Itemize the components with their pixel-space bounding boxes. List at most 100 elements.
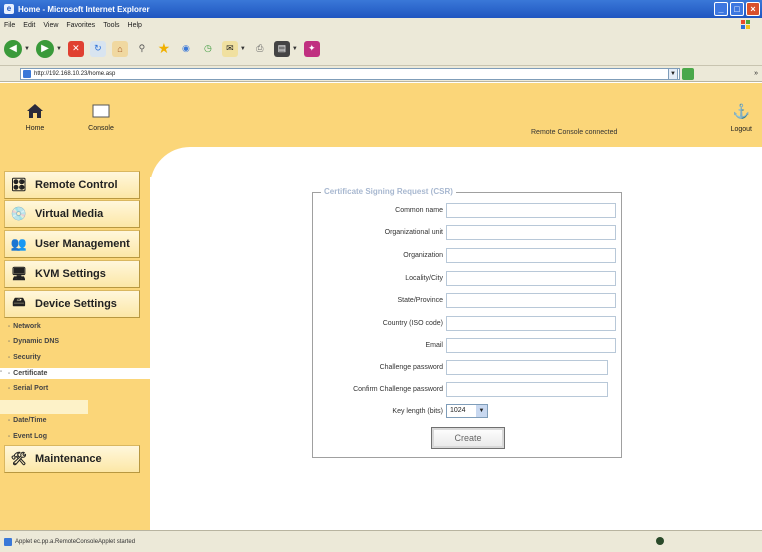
home-nav-label: Home [25, 125, 45, 132]
logout-button[interactable]: ⚓ Logout [731, 103, 752, 133]
sidebar-item-label: Virtual Media [35, 208, 104, 220]
form-row-confirm-challenge-password: Confirm Challenge password [313, 382, 623, 398]
remote-control-icon: 🎛 [10, 177, 28, 192]
back-icon[interactable]: ◀ [4, 39, 22, 58]
search-icon[interactable]: ⚲ [134, 41, 150, 57]
forward-dropdown-icon[interactable]: ▼ [56, 46, 62, 52]
address-input[interactable]: http://192.168.10.23/home.asp [20, 67, 680, 80]
print-icon[interactable]: ⎙ [252, 41, 268, 57]
organization-input[interactable] [446, 248, 616, 263]
create-button[interactable]: Create [431, 427, 505, 449]
organization-label: Organization [403, 252, 443, 259]
email-label: Email [425, 342, 443, 349]
home-nav-button[interactable]: Home [10, 103, 60, 132]
close-button[interactable]: × [746, 2, 760, 16]
sidebar-sub-date-time[interactable]: Date/Time [8, 417, 46, 424]
home-icon[interactable]: ⌂ [111, 40, 128, 57]
sidebar-item-kvm-settings[interactable]: 🖥 KVM Settings [4, 260, 140, 288]
country-label: Country (ISO code) [382, 320, 443, 327]
window-titlebar: e Home - Microsoft Internet Explorer _ □… [0, 0, 762, 18]
form-row-common-name: Common name [313, 203, 623, 219]
sidebar-item-user-management[interactable]: 👥 User Management [4, 230, 140, 258]
locality-label: Locality/City [405, 275, 443, 282]
status-bar-text: Applet ec.pp.a.RemoteConsoleApplet start… [15, 538, 136, 545]
menu-view[interactable]: View [43, 22, 58, 29]
minimize-button[interactable]: _ [714, 2, 728, 16]
app-header: Home Console Remote Console connected ⚓ … [0, 83, 762, 147]
window-controls: _ □ × [714, 2, 760, 16]
key-length-label: Key length (bits) [392, 408, 443, 415]
status-bar: Applet ec.pp.a.RemoteConsoleApplet start… [0, 530, 762, 552]
forward-icon[interactable]: ▶ [35, 39, 54, 58]
media-icon[interactable]: ◉ [178, 41, 194, 57]
organizational-unit-input[interactable] [446, 225, 616, 240]
form-row-organizational-unit: Organizational unit [313, 225, 623, 241]
sidebar-item-label: User Management [35, 238, 130, 250]
common-name-input[interactable] [446, 203, 616, 218]
menu-favorites[interactable]: Favorites [66, 22, 95, 29]
users-icon: 👥 [10, 236, 28, 251]
maintenance-tools-icon: 🛠 [10, 451, 28, 466]
sidebar-sub-serial-port[interactable]: Serial Port [8, 385, 48, 392]
maximize-button[interactable]: □ [730, 2, 744, 16]
menu-file[interactable]: File [4, 22, 15, 29]
form-row-key-length: Key length (bits) 1024 ▼ [313, 404, 623, 420]
favorites-star-icon[interactable]: ★ [156, 40, 172, 57]
sidebar-sub-event-log[interactable]: Event Log [8, 433, 47, 440]
go-icon[interactable] [682, 67, 694, 80]
logout-label: Logout [730, 126, 752, 133]
messenger-icon[interactable]: ✦ [303, 40, 320, 57]
menu-bar: File Edit View Favorites Tools Help [0, 18, 762, 32]
console-nav-button[interactable]: Console [76, 103, 126, 132]
edit-dropdown-icon[interactable]: ▼ [292, 46, 298, 52]
sidebar-sub-dynamic-dns[interactable]: Dynamic DNS [8, 338, 59, 345]
sidebar-item-virtual-media[interactable]: 💿 Virtual Media [4, 200, 140, 228]
history-icon[interactable]: ◷ [200, 41, 216, 57]
page-icon [23, 69, 31, 78]
mail-dropdown-icon[interactable]: ▼ [240, 46, 246, 52]
address-bar: http://192.168.10.23/home.asp ▼ » [0, 66, 762, 82]
confirm-challenge-password-input[interactable] [446, 382, 608, 397]
window-title: Home - Microsoft Internet Explorer [18, 4, 150, 14]
address-dropdown-icon[interactable]: ▼ [668, 67, 678, 80]
key-length-select[interactable]: 1024 ▼ [446, 404, 488, 418]
locality-input[interactable] [446, 271, 616, 286]
sidebar-item-label: KVM Settings [35, 268, 106, 280]
menu-help[interactable]: Help [128, 22, 142, 29]
state-label: State/Province [397, 297, 443, 304]
links-chevron[interactable]: » [754, 70, 758, 77]
sidebar-blank-row [0, 400, 88, 414]
challenge-password-label: Challenge password [379, 364, 443, 371]
sidebar-item-label: Maintenance [35, 453, 102, 465]
back-dropdown-icon[interactable]: ▼ [24, 46, 30, 52]
form-row-organization: Organization [313, 248, 623, 264]
sidebar-sub-network[interactable]: Network [8, 323, 41, 330]
sidebar-item-maintenance[interactable]: 🛠 Maintenance [4, 445, 140, 473]
windows-flag-icon [741, 20, 750, 29]
menu-edit[interactable]: Edit [23, 22, 35, 29]
refresh-icon[interactable]: ↻ [89, 40, 106, 57]
sidebar-item-label: Remote Control [35, 179, 118, 191]
key-length-value: 1024 [450, 407, 466, 414]
applet-icon [4, 537, 12, 546]
sidebar-item-device-settings[interactable]: 🖴 Device Settings [4, 290, 140, 318]
logout-icon: ⚓ [732, 103, 750, 119]
chevron-down-icon: ▼ [476, 405, 487, 417]
email-input[interactable] [446, 338, 616, 353]
sidebar: 🎛 Remote Control 💿 Virtual Media 👥 User … [0, 147, 150, 530]
mail-icon[interactable]: ✉ [221, 40, 238, 57]
menu-tools[interactable]: Tools [103, 22, 119, 29]
form-row-state: State/Province [313, 293, 623, 309]
challenge-password-input[interactable] [446, 360, 608, 375]
form-row-locality: Locality/City [313, 271, 623, 287]
form-row-challenge-password: Challenge password [313, 360, 623, 376]
sidebar-item-remote-control[interactable]: 🎛 Remote Control [4, 171, 140, 199]
stop-icon[interactable]: ✕ [67, 40, 84, 57]
csr-fieldset: Certificate Signing Request (CSR) Common… [312, 187, 623, 458]
confirm-challenge-password-label: Confirm Challenge password [353, 386, 443, 393]
state-input[interactable] [446, 293, 616, 308]
sidebar-sub-security[interactable]: Security [8, 354, 41, 361]
edit-icon[interactable]: ▤ [273, 40, 290, 57]
country-input[interactable] [446, 316, 616, 331]
sidebar-sub-certificate[interactable]: Certificate [8, 370, 47, 377]
